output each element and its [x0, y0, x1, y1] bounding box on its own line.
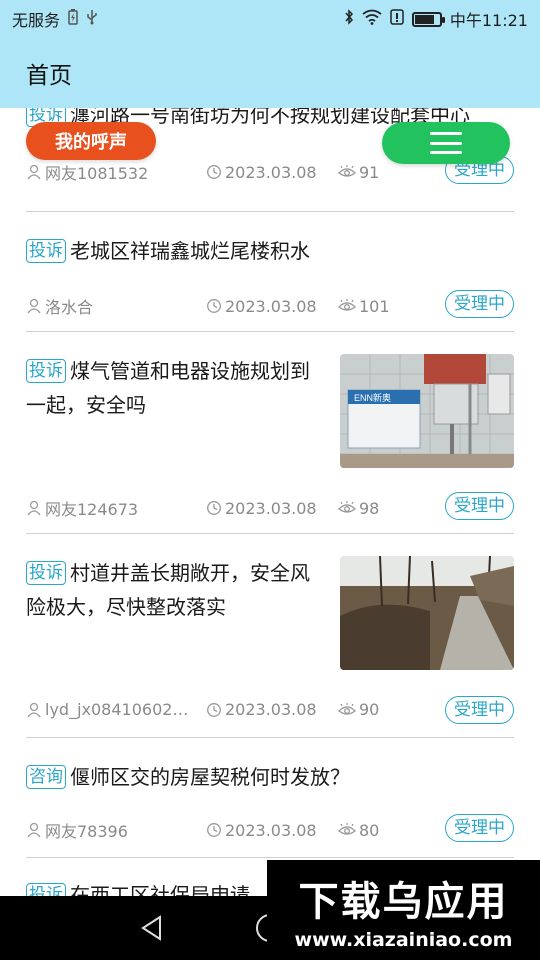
- item-date-text: 2023.03.08: [225, 498, 317, 518]
- item-view-count: 80: [359, 820, 380, 840]
- battery-icon: [411, 11, 445, 27]
- item-views: 101: [338, 297, 438, 316]
- status-badge: 受理中: [445, 492, 514, 520]
- item-date: 2023.03.08: [206, 700, 338, 719]
- battery-charging-icon: [68, 9, 78, 29]
- image-brand-text: ENN新奥: [354, 392, 391, 403]
- item-views: 80: [338, 821, 438, 840]
- item-user: lyd_jx08410602…: [26, 700, 206, 719]
- carrier-label: 无服务: [12, 11, 61, 30]
- item-meta: 网友124673 2023.03.08 98: [26, 496, 514, 520]
- complaint-list[interactable]: 投诉 瀍河路一号南街坊为何不按规划建设配套中心 网友1081532 2023.03…: [0, 108, 540, 896]
- item-title-row: 投诉 老城区祥瑞鑫城烂尾楼积水: [26, 212, 514, 268]
- item-user: 洛水合: [26, 294, 206, 318]
- list-item[interactable]: 投诉 村道井盖长期敞开，安全风险极大，尽快整改落实 lyd_jx08410602…: [26, 534, 514, 738]
- status-badge: 受理中: [445, 814, 514, 842]
- item-thumbnail-village-road[interactable]: [340, 556, 514, 670]
- page-title: 首页: [26, 63, 72, 89]
- clock: 中午11:21: [449, 11, 528, 30]
- my-voice-button[interactable]: 我的呼声: [26, 122, 156, 160]
- item-tag: 咨询: [26, 765, 66, 789]
- item-user-name: 网友124673: [45, 500, 139, 519]
- status-bar: 无服务 中午11:21: [0, 0, 540, 38]
- eye-icon: [338, 299, 356, 311]
- menu-button[interactable]: [382, 122, 510, 164]
- item-date: 2023.03.08: [206, 163, 338, 182]
- item-user-name: lyd_jx08410602…: [45, 700, 189, 719]
- status-badge: 受理中: [445, 290, 514, 318]
- item-user: 网友1081532: [26, 160, 206, 184]
- status-bar-left: 无服务: [12, 7, 98, 31]
- item-date: 2023.03.08: [206, 821, 338, 840]
- item-user: 网友78396: [26, 818, 206, 842]
- item-user-name: 网友78396: [45, 822, 128, 841]
- item-tag: 投诉: [26, 883, 66, 896]
- list-item[interactable]: 咨询 偃师区交的房屋契税何时发放？ 网友78396 2023.03.08 80 受…: [26, 738, 514, 858]
- item-title: 煤气管道和电器设施规划到一起，安全吗: [26, 359, 310, 417]
- clock-icon: [207, 823, 221, 837]
- gas-meter-photo: ENN新奥: [340, 354, 514, 468]
- item-meta: 网友78396 2023.03.08 80: [26, 818, 514, 842]
- list-item[interactable]: 投诉 老城区祥瑞鑫城烂尾楼积水 洛水合 2023.03.08 101 受理中: [26, 212, 514, 332]
- user-icon: [27, 822, 41, 838]
- item-views: 91: [338, 163, 438, 182]
- alert-icon: [390, 9, 404, 29]
- item-view-count: 101: [359, 296, 390, 316]
- item-date: 2023.03.08: [206, 297, 338, 316]
- back-icon[interactable]: [140, 915, 164, 941]
- item-view-count: 98: [359, 498, 380, 518]
- usb-icon: [86, 9, 98, 29]
- user-icon: [27, 298, 41, 314]
- app-header: 首页: [0, 38, 540, 108]
- eye-icon: [338, 823, 356, 835]
- item-title-row: 投诉 煤气管道和电器设施规划到一起，安全吗: [26, 332, 326, 422]
- clock-icon: [207, 702, 221, 717]
- item-user: 网友124673: [26, 496, 206, 520]
- bluetooth-icon: [344, 9, 354, 29]
- village-road-photo: [340, 556, 514, 670]
- watermark-brand: 下载乌应用: [298, 879, 509, 925]
- clock-icon: [207, 165, 221, 179]
- item-title: 偃师区交的房屋契税何时发放？: [70, 765, 350, 789]
- item-user-name: 网友1081532: [45, 164, 149, 183]
- item-tag: 投诉: [26, 561, 66, 585]
- watermark-url: www.xiazainiao.com: [294, 929, 513, 951]
- item-title: 村道井盖长期敞开，安全风险极大，尽快整改落实: [26, 561, 310, 619]
- item-date-text: 2023.03.08: [225, 820, 317, 840]
- menu-icon: [430, 132, 462, 154]
- item-title-row: 咨询 偃师区交的房屋契税何时发放？: [26, 738, 514, 794]
- item-user-name: 洛水合: [45, 298, 94, 317]
- item-tag: 投诉: [26, 359, 66, 383]
- wifi-icon: [362, 9, 382, 29]
- status-bar-right: 中午11:21: [344, 7, 528, 31]
- list-item[interactable]: 投诉 煤气管道和电器设施规划到一起，安全吗 ENN新奥 网友124673 202…: [26, 332, 514, 534]
- eye-icon: [338, 702, 356, 715]
- item-view-count: 91: [359, 162, 380, 182]
- status-badge: 受理中: [445, 696, 514, 724]
- eye-icon: [338, 165, 356, 177]
- user-icon: [27, 164, 41, 180]
- eye-icon: [338, 501, 356, 513]
- item-date-text: 2023.03.08: [225, 162, 317, 182]
- item-thumbnail-gas-meter[interactable]: ENN新奥: [340, 354, 514, 468]
- item-title: 在西工区社保局申请: [70, 883, 250, 896]
- clock-icon: [207, 501, 221, 515]
- item-title: 老城区祥瑞鑫城烂尾楼积水: [70, 239, 310, 263]
- user-icon: [27, 702, 41, 717]
- item-views: 90: [338, 700, 438, 719]
- user-icon: [27, 500, 41, 516]
- clock-icon: [207, 299, 221, 313]
- item-views: 98: [338, 499, 438, 518]
- watermark-overlay: 下载乌应用 www.xiazainiao.com: [267, 860, 540, 960]
- item-view-count: 90: [359, 700, 380, 719]
- item-title-row: 投诉 村道井盖长期敞开，安全风险极大，尽快整改落实: [26, 534, 326, 624]
- item-meta: 洛水合 2023.03.08 101: [26, 294, 514, 318]
- item-date-text: 2023.03.08: [225, 296, 317, 316]
- item-tag: 投诉: [26, 239, 66, 263]
- item-date-text: 2023.03.08: [225, 700, 317, 719]
- item-meta: lyd_jx08410602… 2023.03.08 90: [26, 700, 514, 719]
- item-date: 2023.03.08: [206, 499, 338, 518]
